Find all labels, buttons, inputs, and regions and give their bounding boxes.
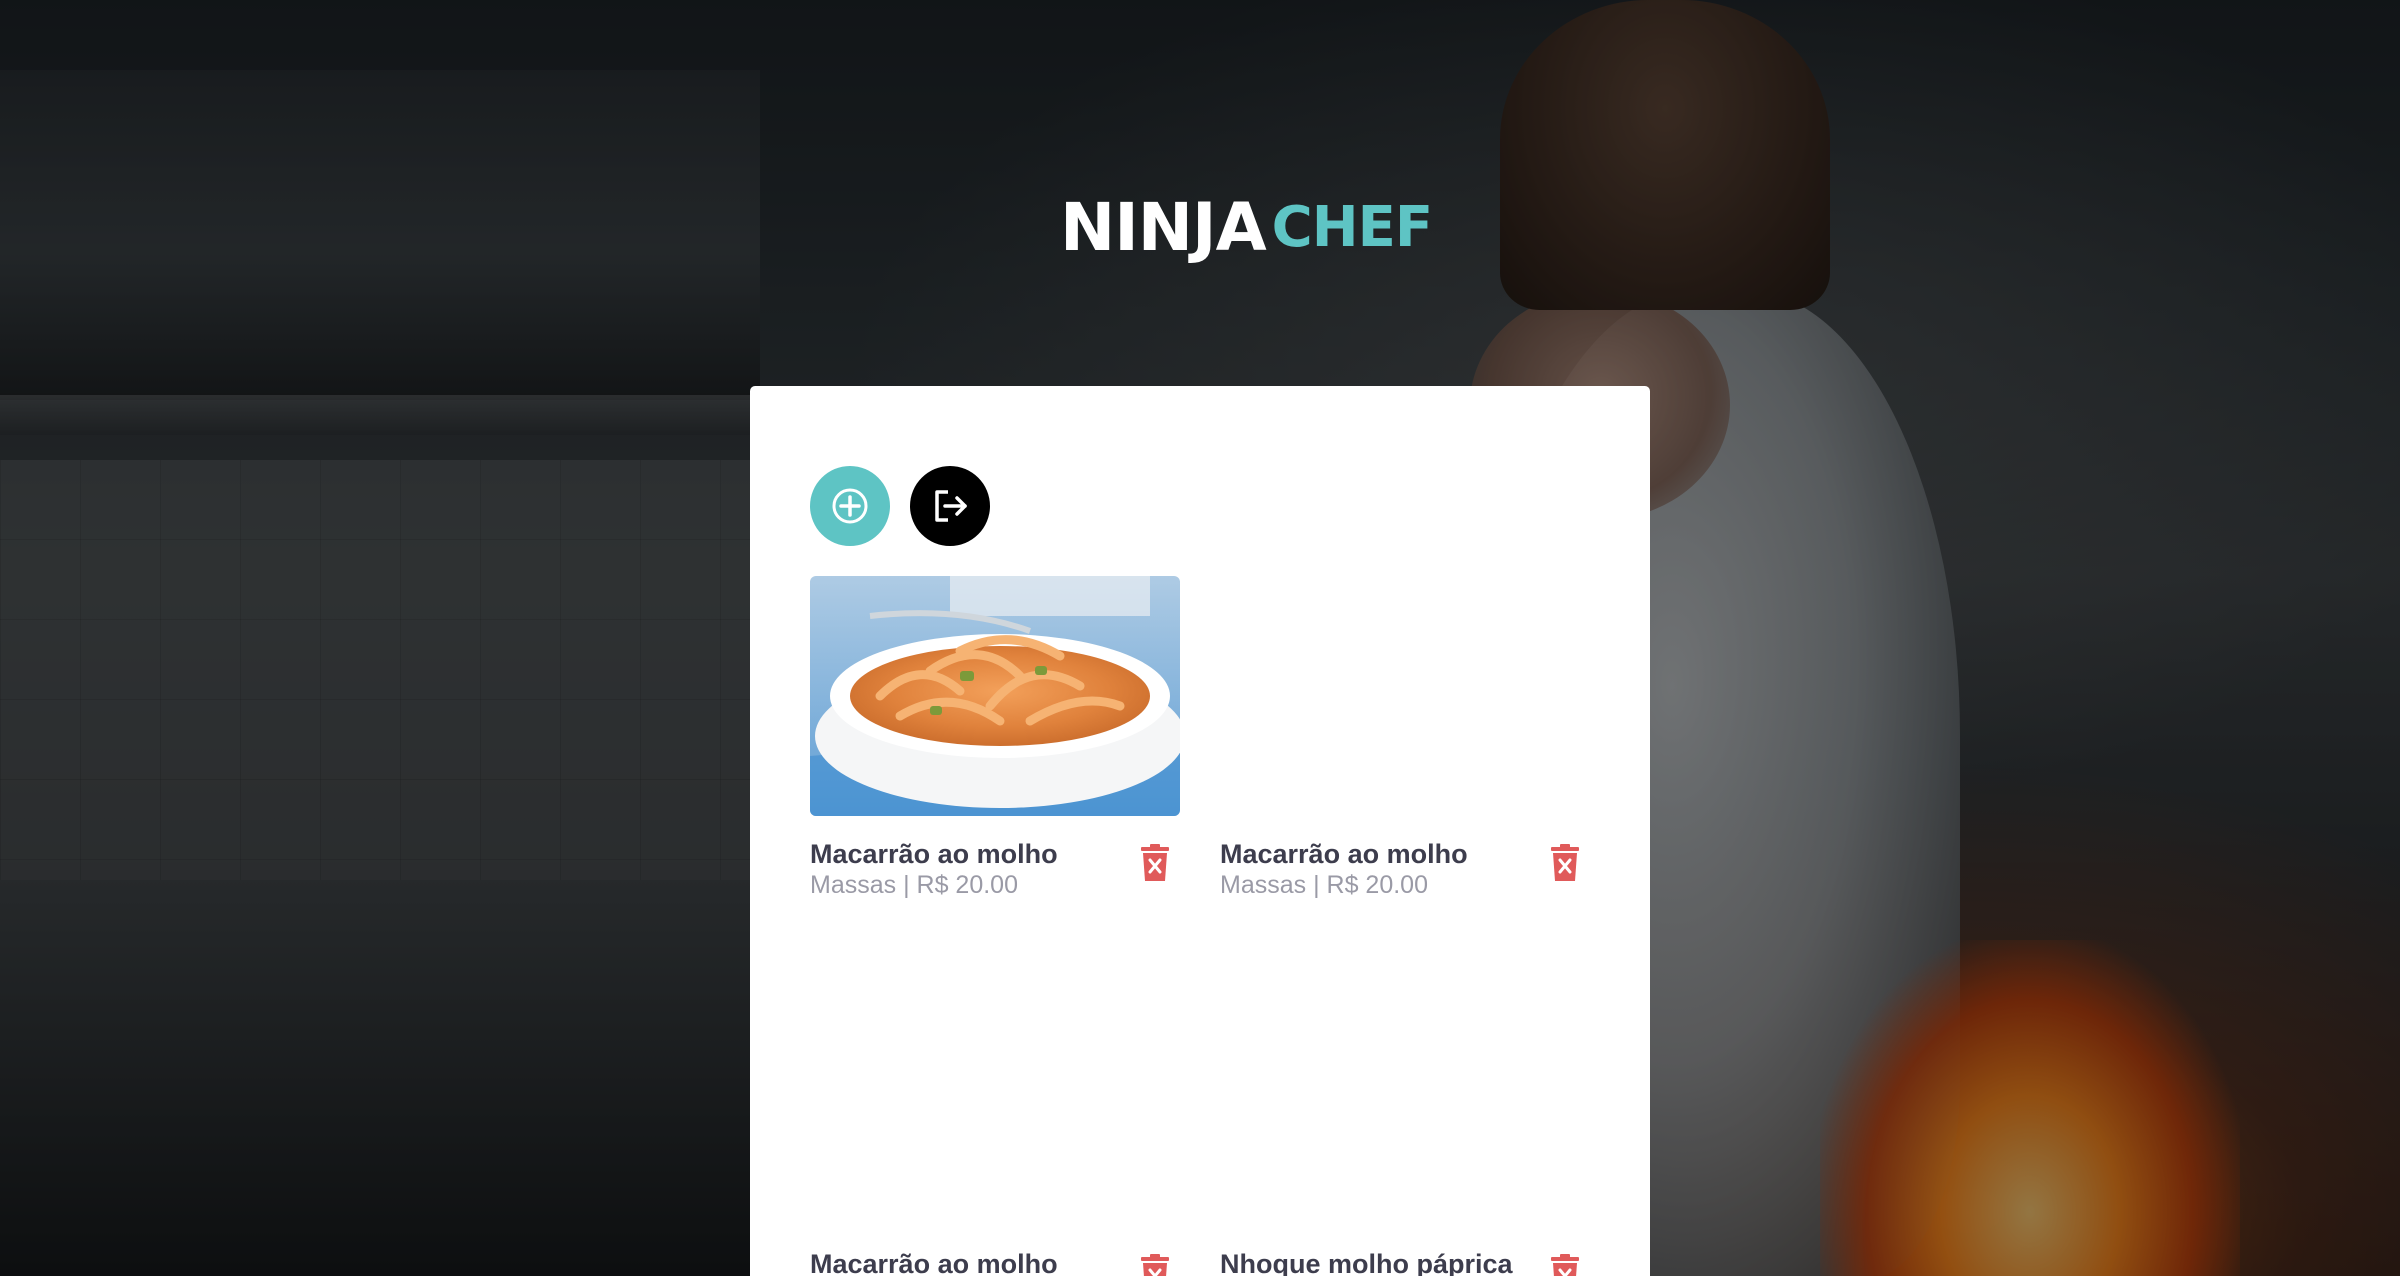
dish-category-price: Massas | R$ 20.00 (1220, 871, 1428, 899)
dish-photo (810, 576, 1180, 816)
plus-circle-icon (832, 488, 868, 524)
dish-name: Nhoque molho páprica (1220, 1249, 1513, 1276)
logo-text-chef: CHEF (1271, 194, 1433, 260)
dishes-panel: Macarrão ao molho Massas | R$ 20.00 Maca… (750, 386, 1650, 1276)
kitchen-background: NINJA CHEF Macarrão ao molho Massas | R$… (0, 0, 2400, 1276)
dish-card[interactable]: Macarrão ao molho Massas | R$ 20.00 (810, 576, 1180, 908)
ninjachef-logo: NINJA CHEF (1060, 182, 1433, 272)
dish-card[interactable]: Macarrão ao molho (810, 986, 1180, 1276)
dish-photo-empty (810, 986, 1180, 1226)
dish-info: Macarrão ao molho Massas | R$ 20.00 (810, 838, 1180, 908)
dish-card[interactable]: Nhoque molho páprica (1220, 986, 1590, 1276)
logout-button[interactable] (910, 466, 990, 546)
dish-photo-empty (1220, 576, 1590, 816)
dish-info: Macarrão ao molho (810, 1248, 1180, 1276)
pasta-dish-image (810, 576, 1180, 816)
dish-photo-empty (1220, 986, 1590, 1226)
add-dish-button[interactable] (810, 466, 890, 546)
dish-name: Macarrão ao molho (810, 839, 1058, 869)
trash-icon[interactable] (1550, 1254, 1580, 1276)
dish-name: Macarrão ao molho (1220, 839, 1468, 869)
dish-card[interactable]: Macarrão ao molho Massas | R$ 20.00 (1220, 576, 1590, 908)
dish-category-price: Massas | R$ 20.00 (810, 871, 1018, 899)
dish-info: Nhoque molho páprica (1220, 1248, 1590, 1276)
dish-name: Macarrão ao molho (810, 1249, 1058, 1276)
trash-icon[interactable] (1140, 1254, 1170, 1276)
trash-icon[interactable] (1140, 844, 1170, 882)
logout-icon (935, 490, 967, 522)
logo-text-ninja: NINJA (1060, 188, 1267, 266)
dish-info: Macarrão ao molho Massas | R$ 20.00 (1220, 838, 1590, 908)
trash-icon[interactable] (1550, 844, 1580, 882)
